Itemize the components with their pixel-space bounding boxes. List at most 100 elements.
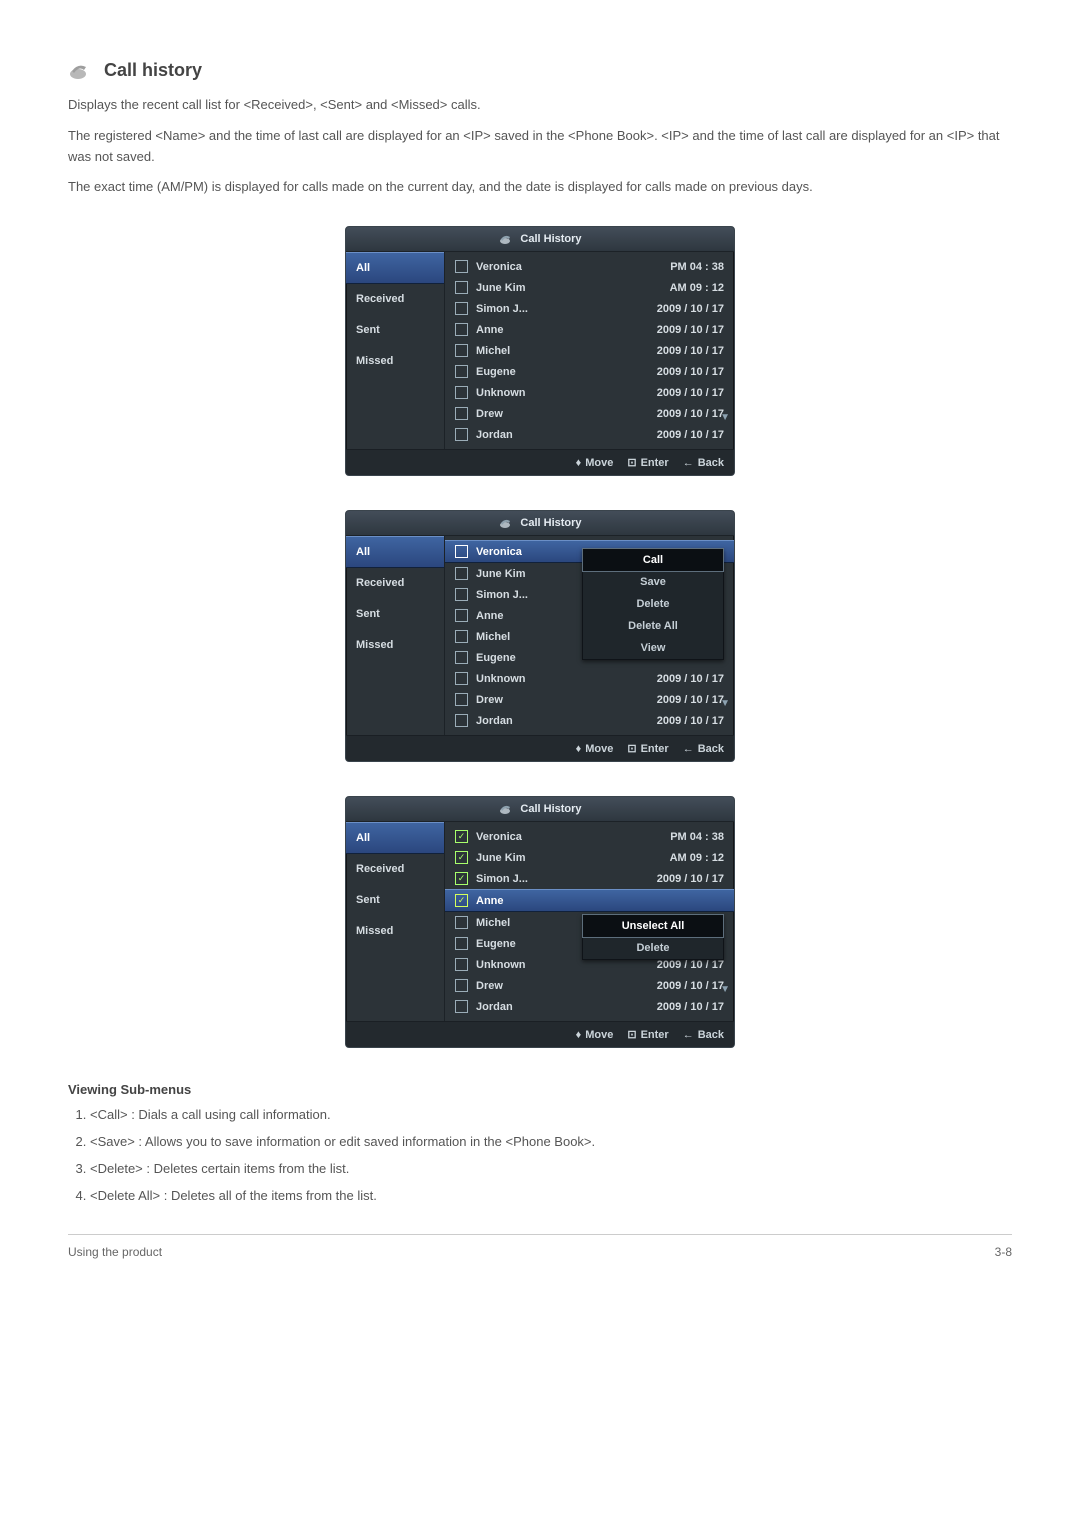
tab-received[interactable]: Received [346, 854, 444, 885]
sidebar: All Received Sent Missed [346, 822, 445, 1021]
phone-icon [498, 233, 514, 245]
checkbox[interactable] [455, 630, 468, 643]
menu-delete[interactable]: Delete [583, 937, 723, 959]
checkbox[interactable] [455, 872, 468, 885]
checkbox[interactable] [455, 894, 468, 907]
paragraph-2: The registered <Name> and the time of la… [68, 126, 1012, 168]
panel-body: All Received Sent Missed VeronicaPM 04 :… [346, 822, 734, 1021]
screenshot-2: Call History All Received Sent Missed Ve… [68, 510, 1012, 762]
screenshot-3: Call History All Received Sent Missed Ve… [68, 796, 1012, 1048]
phone-icon [498, 517, 514, 529]
list-item[interactable]: Jordan2009 / 10 / 17 [445, 424, 734, 445]
phone-icon [498, 803, 514, 815]
checkbox[interactable] [455, 937, 468, 950]
hint-enter: ⊡Enter [627, 1028, 668, 1041]
phone-icon [68, 61, 96, 81]
list-item[interactable]: June KimAM 09 : 12 [445, 847, 734, 868]
list-item[interactable]: Unknown2009 / 10 / 17 [445, 382, 734, 403]
checkbox[interactable] [455, 672, 468, 685]
checkbox[interactable] [455, 323, 468, 336]
list-item: <Delete All> : Deletes all of the items … [90, 1186, 1012, 1207]
tab-received[interactable]: Received [346, 568, 444, 599]
call-history-panel: Call History All Received Sent Missed Ve… [345, 796, 735, 1048]
tab-missed[interactable]: Missed [346, 346, 444, 377]
scroll-down-icon: ▼ [720, 698, 730, 709]
list-item[interactable]: June KimAM 09 : 12 [445, 277, 734, 298]
hint-move: ♦Move [576, 1028, 614, 1041]
menu-view[interactable]: View [583, 637, 723, 659]
tab-all[interactable]: All [346, 822, 444, 854]
menu-save[interactable]: Save [583, 571, 723, 593]
tab-all[interactable]: All [346, 252, 444, 284]
sidebar: All Received Sent Missed [346, 252, 445, 449]
menu-unselect-all[interactable]: Unselect All [583, 915, 723, 937]
tab-missed[interactable]: Missed [346, 916, 444, 947]
list-item[interactable]: Anne [445, 889, 734, 912]
tab-sent[interactable]: Sent [346, 885, 444, 916]
call-history-panel: Call History All Received Sent Missed Ve… [345, 226, 735, 476]
checkbox[interactable] [455, 407, 468, 420]
list-item[interactable]: Eugene2009 / 10 / 17 [445, 361, 734, 382]
list-item[interactable]: Drew2009 / 10 / 17 [445, 975, 734, 996]
checkbox[interactable] [455, 281, 468, 294]
section-header: Call history [68, 60, 1012, 81]
menu-delete-all[interactable]: Delete All [583, 615, 723, 637]
menu-delete[interactable]: Delete [583, 593, 723, 615]
list-item[interactable]: VeronicaPM 04 : 38 [445, 256, 734, 277]
checkbox[interactable] [455, 830, 468, 843]
checkbox[interactable] [455, 693, 468, 706]
tab-missed[interactable]: Missed [346, 630, 444, 661]
tab-all[interactable]: All [346, 536, 444, 568]
hint-enter: ⊡Enter [627, 456, 668, 469]
checkbox[interactable] [455, 979, 468, 992]
divider [68, 1234, 1012, 1235]
list-item[interactable]: Anne2009 / 10 / 17 [445, 319, 734, 340]
checkbox[interactable] [455, 1000, 468, 1013]
checkbox[interactable] [455, 609, 468, 622]
panel-header: Call History [346, 227, 734, 252]
list-item[interactable]: Unknown2009 / 10 / 17 [445, 668, 734, 689]
list-item[interactable]: VeronicaPM 04 : 38 [445, 826, 734, 847]
section-title: Call history [104, 60, 202, 81]
checkbox[interactable] [455, 260, 468, 273]
menu-call[interactable]: Call [583, 549, 723, 571]
list-item: <Save> : Allows you to save information … [90, 1132, 1012, 1153]
hint-move: ♦Move [576, 742, 614, 755]
checkbox[interactable] [455, 344, 468, 357]
checkbox[interactable] [455, 386, 468, 399]
tab-sent[interactable]: Sent [346, 599, 444, 630]
tab-sent[interactable]: Sent [346, 315, 444, 346]
checkbox[interactable] [455, 651, 468, 664]
checkbox[interactable] [455, 567, 468, 580]
checkbox[interactable] [455, 428, 468, 441]
list-item[interactable]: Michel2009 / 10 / 17 [445, 340, 734, 361]
list-item[interactable]: Simon J...2009 / 10 / 17 [445, 298, 734, 319]
checkbox[interactable] [455, 302, 468, 315]
list-item[interactable]: Simon J...2009 / 10 / 17 [445, 868, 734, 889]
checkbox[interactable] [455, 588, 468, 601]
call-history-panel: Call History All Received Sent Missed Ve… [345, 510, 735, 762]
panel-title: Call History [520, 517, 581, 529]
list-item[interactable]: Drew2009 / 10 / 17 [445, 403, 734, 424]
hint-bar: ♦Move ⊡Enter ←Back [346, 1021, 734, 1047]
hint-back: ←Back [683, 742, 724, 755]
footer-left: Using the product [68, 1245, 162, 1259]
screenshot-1: Call History All Received Sent Missed Ve… [68, 226, 1012, 476]
scroll-down-icon: ▼ [720, 984, 730, 995]
checkbox[interactable] [455, 545, 468, 558]
checkbox[interactable] [455, 958, 468, 971]
panel-body: All Received Sent Missed Veronica June K… [346, 536, 734, 735]
list-item[interactable]: Jordan2009 / 10 / 17 [445, 710, 734, 731]
list-item[interactable]: Drew2009 / 10 / 17 [445, 689, 734, 710]
checkbox[interactable] [455, 365, 468, 378]
call-list: VeronicaPM 04 : 38 June KimAM 09 : 12 Si… [445, 252, 734, 449]
checkbox[interactable] [455, 916, 468, 929]
panel-body: All Received Sent Missed VeronicaPM 04 :… [346, 252, 734, 449]
hint-back: ←Back [683, 1028, 724, 1041]
checkbox[interactable] [455, 714, 468, 727]
list-item[interactable]: Jordan2009 / 10 / 17 [445, 996, 734, 1017]
hint-bar: ♦Move ⊡Enter ←Back [346, 449, 734, 475]
checkbox[interactable] [455, 851, 468, 864]
tab-received[interactable]: Received [346, 284, 444, 315]
hint-move: ♦Move [576, 456, 614, 469]
